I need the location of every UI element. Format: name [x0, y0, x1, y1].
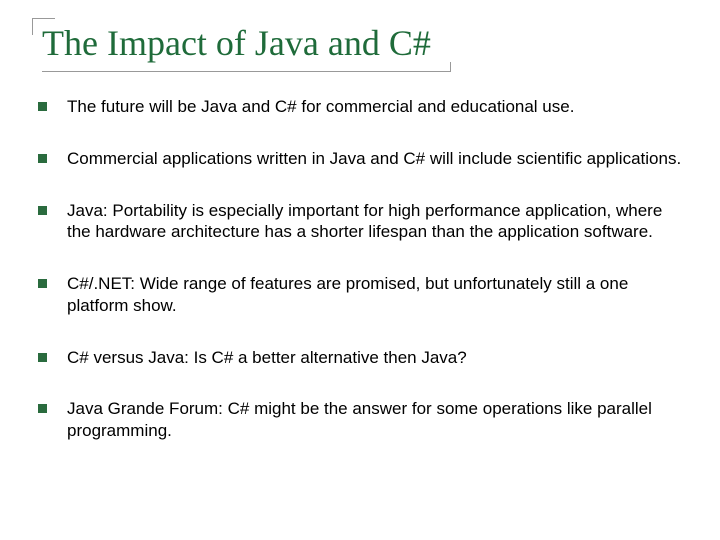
slide: The Impact of Java and C# The future wil… [0, 0, 720, 540]
list-item: Commercial applications written in Java … [38, 148, 690, 170]
title-underline [42, 62, 451, 72]
bullet-text: Commercial applications written in Java … [67, 148, 681, 170]
square-bullet-icon [38, 102, 47, 111]
bullet-text: Java Grande Forum: C# might be the answe… [67, 398, 690, 442]
slide-title: The Impact of Java and C# [42, 22, 431, 64]
bullet-text: Java: Portability is especially importan… [67, 200, 690, 244]
list-item: C#/.NET: Wide range of features are prom… [38, 273, 690, 317]
square-bullet-icon [38, 404, 47, 413]
bullet-text: C#/.NET: Wide range of features are prom… [67, 273, 690, 317]
square-bullet-icon [38, 206, 47, 215]
bullet-text: The future will be Java and C# for comme… [67, 96, 574, 118]
list-item: Java Grande Forum: C# might be the answe… [38, 398, 690, 442]
title-frame: The Impact of Java and C# [32, 18, 445, 66]
list-item: Java: Portability is especially importan… [38, 200, 690, 244]
bullet-text: C# versus Java: Is C# a better alternati… [67, 347, 467, 369]
bullet-list: The future will be Java and C# for comme… [32, 96, 692, 442]
list-item: The future will be Java and C# for comme… [38, 96, 690, 118]
square-bullet-icon [38, 353, 47, 362]
list-item: C# versus Java: Is C# a better alternati… [38, 347, 690, 369]
square-bullet-icon [38, 154, 47, 163]
square-bullet-icon [38, 279, 47, 288]
